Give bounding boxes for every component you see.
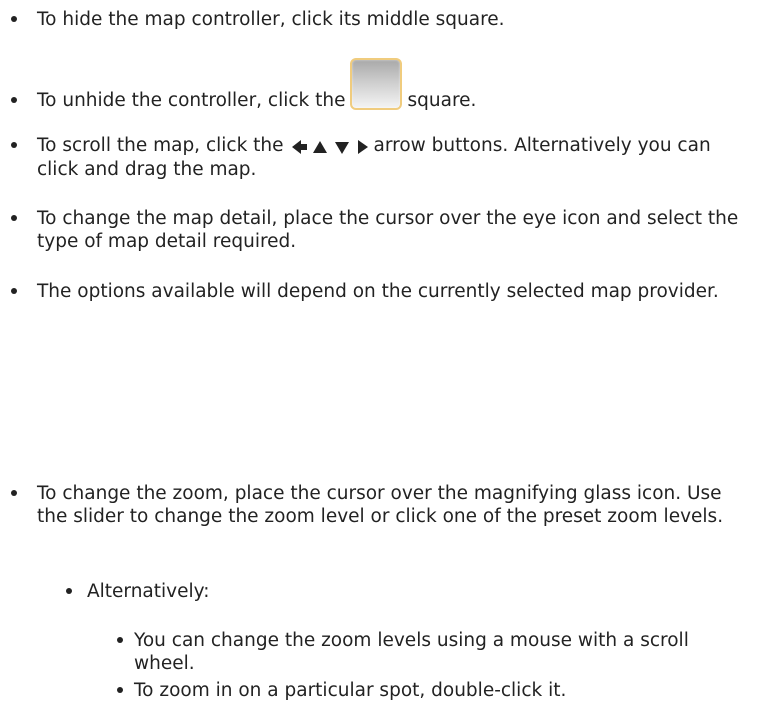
bullet xyxy=(11,142,17,148)
list-item-text: To zoom in on a particular spot, double-… xyxy=(134,680,567,701)
arrow-left-icon xyxy=(291,140,307,154)
bullet xyxy=(11,288,17,294)
list-item-text: square. xyxy=(407,90,477,111)
bullet xyxy=(117,637,123,643)
list-item: To change the map detail, place the curs… xyxy=(37,207,753,253)
bullet xyxy=(11,215,17,221)
list-item-text: The options available will depend on the… xyxy=(37,281,719,302)
list-item-text: Alternatively: xyxy=(87,581,210,602)
bullet xyxy=(11,16,17,22)
list-item: To unhide the controller, click the squar… xyxy=(37,58,753,128)
list-item: The options available will depend on the… xyxy=(37,280,753,303)
bullet xyxy=(66,588,72,594)
arrow-buttons-group xyxy=(290,135,370,158)
list-item-text: To change the map detail, place the curs… xyxy=(37,208,739,252)
list-item-text: To unhide the controller, click the xyxy=(37,90,346,111)
list-item: To change the zoom, place the cursor ove… xyxy=(37,482,753,528)
list-item: To scroll the map, click the arrow button… xyxy=(37,134,753,181)
list-item: To hide the map controller, click its mi… xyxy=(37,8,753,31)
list-item-text: You can change the zoom levels using a m… xyxy=(134,630,689,674)
sub-sub-list-item: You can change the zoom levels using a m… xyxy=(134,629,753,675)
list-item-text: To scroll the map, click the xyxy=(37,135,284,156)
list-item-text: To hide the map controller, click its mi… xyxy=(37,9,505,30)
arrow-right-icon xyxy=(357,140,368,154)
sub-sub-list-item: To zoom in on a particular spot, double-… xyxy=(134,679,753,702)
sub-list-item: Alternatively: xyxy=(87,580,753,603)
bullet xyxy=(11,97,17,103)
bullet xyxy=(11,490,17,496)
unhide-square-icon xyxy=(349,58,402,110)
arrow-down-icon xyxy=(334,142,349,154)
bullet xyxy=(117,687,123,693)
list-item-text: To change the zoom, place the cursor ove… xyxy=(37,483,724,527)
arrow-up-icon xyxy=(312,141,327,153)
